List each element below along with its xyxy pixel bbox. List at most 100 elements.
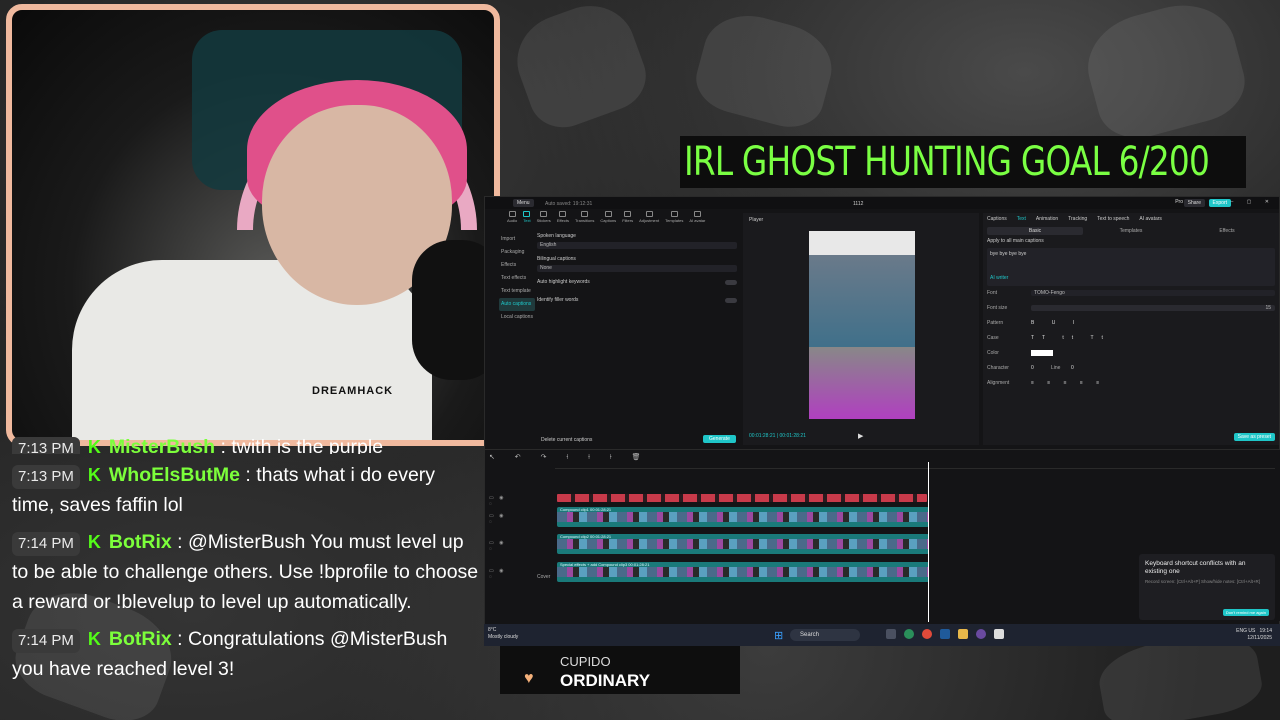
sidebar-item-local-captions[interactable]: Local captions <box>499 311 535 324</box>
spoken-language-select[interactable]: English <box>537 242 737 249</box>
alignment-row: Alignment ≡ ≡ ≡ ≡ ≡ <box>987 380 1106 386</box>
now-playing-title: ORDINARY <box>560 671 651 690</box>
export-button[interactable]: Export <box>1208 199 1231 207</box>
filters-icon <box>624 211 632 217</box>
tab-text[interactable]: Text <box>1017 216 1026 222</box>
weather-widget[interactable]: 8°C Mostly cloudy <box>488 627 518 641</box>
sidebar-item-text-template[interactable]: Text template <box>499 285 535 298</box>
line-spacing-input[interactable]: 0 <box>1071 365 1074 371</box>
obs-icon[interactable] <box>976 629 986 639</box>
delete-captions-checkbox[interactable]: Delete current captions <box>541 437 592 443</box>
subtab-basic[interactable]: Basic <box>987 227 1083 235</box>
capcut-icon[interactable] <box>994 629 1004 639</box>
font-size-slider[interactable]: 15 <box>1031 305 1275 311</box>
auto-highlight-toggle[interactable] <box>725 279 737 285</box>
ai-writer-button[interactable]: AI writer <box>990 275 1272 281</box>
tool-stickers[interactable]: Stickers <box>537 211 551 229</box>
sidebar-item-packaging[interactable]: Packaging <box>499 246 535 259</box>
ai-avatar-icon <box>693 211 701 217</box>
apply-all-checkbox[interactable]: Apply to all main captions <box>987 238 1275 244</box>
sidebar-item-import[interactable]: Import <box>499 233 535 246</box>
edge-icon[interactable] <box>904 629 914 639</box>
video-track[interactable]: Compound clip2 00:01:28:21 <box>557 534 929 554</box>
tab-text-to-speech[interactable]: Text to speech <box>1097 216 1129 222</box>
system-tray[interactable]: ENG US 19:14 12/11/2025 <box>1236 628 1272 642</box>
tab-tracking[interactable]: Tracking <box>1068 216 1087 222</box>
font-select[interactable]: TOMO-Fengo <box>1031 290 1275 296</box>
sidebar-item-auto-captions[interactable]: Auto captions <box>499 298 535 311</box>
adjustment-icon <box>645 211 653 217</box>
captions-track[interactable] <box>557 494 927 502</box>
file-explorer-icon[interactable] <box>958 629 968 639</box>
player-panel: Player 00:01:28:21 | 00:01:28:21 ▶ <box>743 213 979 445</box>
task-view-icon[interactable] <box>886 629 896 639</box>
taskbar-search[interactable]: Search <box>790 629 860 641</box>
bilingual-select[interactable]: None <box>537 265 737 272</box>
timeline-tools[interactable]: ↖ ↶ ↷ ⟊ ⟊ ⟊ 🗑 <box>489 453 650 462</box>
windows-start-icon[interactable]: ⊞ <box>774 629 783 642</box>
play-icon[interactable]: ▶ <box>858 432 863 440</box>
shortcut-conflict-toast: Keyboard shortcut conflicts with an exis… <box>1139 554 1275 620</box>
chrome-icon[interactable] <box>922 629 932 639</box>
character-spacing-input[interactable]: 0 <box>1031 365 1051 371</box>
tool-transitions[interactable]: Transitions <box>575 211 594 229</box>
tool-filters[interactable]: Filters <box>622 211 633 229</box>
tool-captions[interactable]: Captions <box>600 211 616 229</box>
properties-tabs: Captions Text Animation Tracking Text to… <box>983 213 1279 225</box>
pro-badge[interactable]: Pro <box>1175 199 1183 205</box>
pattern-buttons[interactable]: B U I <box>1031 320 1082 326</box>
player-title: Player <box>749 217 764 223</box>
auto-highlight-row: Auto highlight keywords <box>537 279 737 285</box>
tab-ai-avatars[interactable]: AI avatars <box>1139 216 1162 222</box>
share-button[interactable]: Share <box>1183 199 1205 207</box>
tool-ai-avatar[interactable]: AI avatar <box>689 211 705 229</box>
player-timecode: 00:01:28:21 | 00:01:28:21 <box>749 433 806 439</box>
kick-icon: K <box>87 465 101 485</box>
font-size-row: Font size 15 <box>987 305 1275 311</box>
track-controls[interactable]: ▭ ◉ ◌ <box>489 513 513 525</box>
timeline-ruler[interactable] <box>555 463 1275 469</box>
subtab-effects[interactable]: Effects <box>1179 227 1275 235</box>
toast-detail: Record screen: [Ctrl+Alt+P] Show/hide no… <box>1145 579 1261 584</box>
chat-username: BotRix <box>108 628 172 650</box>
video-track[interactable]: Compound clip1 00:01:28:21 <box>557 507 929 527</box>
sidebar-item-effects[interactable]: Effects <box>499 259 535 272</box>
tool-templates[interactable]: Templates <box>665 211 683 229</box>
track-controls[interactable]: ▭ ◉ ◌ <box>489 568 513 580</box>
chat-timestamp: 7:13 PM <box>12 465 80 489</box>
steam-icon[interactable] <box>940 629 950 639</box>
transitions-icon <box>581 211 589 217</box>
autosave-status: Auto saved: 19:12:31 <box>545 201 593 207</box>
save-preset-button[interactable]: Save as preset <box>1233 433 1275 441</box>
sidebar-item-text-effects[interactable]: Text effects <box>499 272 535 285</box>
menu-button[interactable]: Menu <box>513 199 534 207</box>
tab-animation[interactable]: Animation <box>1036 216 1058 222</box>
video-track[interactable]: Special effects + add Compound clip3 00:… <box>557 562 929 582</box>
window-controls[interactable]: – ▢ ✕ <box>1231 199 1275 205</box>
tab-captions[interactable]: Captions <box>987 216 1007 222</box>
tool-text[interactable]: Text <box>523 211 531 229</box>
subtab-templates[interactable]: Templates <box>1083 227 1179 235</box>
audio-icon <box>508 211 516 217</box>
caption-text-input[interactable]: bye bye bye bye AI writer <box>987 248 1275 286</box>
font-row: Font TOMO-Fengo <box>987 290 1275 296</box>
generate-button[interactable]: Generate <box>703 435 736 443</box>
cover-button[interactable]: Cover <box>537 574 550 580</box>
dont-remind-button[interactable]: Don't remind me again <box>1222 609 1269 616</box>
identify-filler-toggle[interactable] <box>725 297 737 303</box>
chat-username: WhoElsButMe <box>108 464 240 486</box>
pattern-row: Pattern B U I <box>987 320 1083 326</box>
case-buttons[interactable]: TT tt Tt <box>1031 335 1111 341</box>
chat-message: 7:14 PM K BotRix : @MisterBush You must le… <box>12 527 482 617</box>
playhead[interactable] <box>928 462 929 622</box>
tool-audio[interactable]: Audio <box>507 211 517 229</box>
alignment-buttons[interactable]: ≡ ≡ ≡ ≡ ≡ <box>1031 380 1105 386</box>
goal-banner: IRL GHOST HUNTING GOAL 6/200 <box>680 136 1246 188</box>
track-controls[interactable]: ▭ ◉ ◌ <box>489 540 513 552</box>
video-preview[interactable] <box>809 231 915 419</box>
chat-text: : twith is the purple <box>215 436 384 454</box>
color-swatch[interactable] <box>1031 350 1053 356</box>
track-controls[interactable]: ▭ ◉ ◌ <box>489 495 513 507</box>
tool-effects[interactable]: Effects <box>557 211 569 229</box>
tool-adjustment[interactable]: Adjustment <box>639 211 659 229</box>
